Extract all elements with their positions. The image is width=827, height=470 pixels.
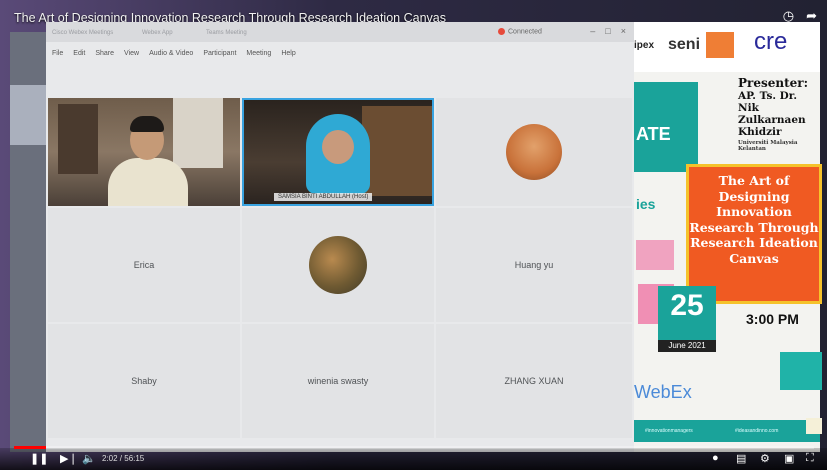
background-bookshelf <box>362 106 432 196</box>
ipex-logo: ipex <box>634 40 655 51</box>
participant-avatar <box>506 124 562 180</box>
volume-icon[interactable]: 🔈 <box>82 452 96 465</box>
autoplay-toggle-icon[interactable]: ● <box>712 452 719 464</box>
event-month: June 2021 <box>658 340 716 352</box>
participant-body <box>108 158 188 206</box>
participant-tile-huang-yu[interactable]: Huang yu <box>436 208 632 322</box>
participant-avatar <box>309 236 367 294</box>
participant-name-label: SAMSIA BINTI ABDULLAH (Host) <box>274 193 373 201</box>
participant-hair <box>130 116 164 132</box>
menu-edit[interactable]: Edit <box>73 50 85 57</box>
cre-logo: cre <box>754 28 788 55</box>
window-controls: – □ × <box>590 26 626 36</box>
event-day: 25 <box>670 289 704 322</box>
webex-window: Cisco Webex Meetings Webex App Teams Mee… <box>46 22 634 452</box>
close-icon[interactable]: × <box>621 26 626 36</box>
presenter-affiliation: Universiti Malaysia Kelantan <box>738 140 798 152</box>
participant-tile[interactable] <box>436 98 632 206</box>
background-highlight <box>10 85 46 145</box>
menu-bar: File Edit Share View Audio & Video Parti… <box>46 44 640 62</box>
minimize-icon[interactable]: – <box>590 26 595 36</box>
maximize-icon[interactable]: □ <box>605 26 610 36</box>
menu-help[interactable]: Help <box>281 50 295 57</box>
tab-teams[interactable]: Teams Meeting <box>206 26 247 40</box>
participant-tile-winenia[interactable]: winenia swasty <box>242 324 434 438</box>
participant-name: Erica <box>133 260 155 270</box>
menu-meeting[interactable]: Meeting <box>246 50 271 57</box>
participant-name: Huang yu <box>514 260 554 270</box>
tab-webex-meetings[interactable]: Cisco Webex Meetings <box>52 26 113 40</box>
pause-icon[interactable]: ❚❚ <box>30 452 48 465</box>
menu-audio-video[interactable]: Audio & Video <box>149 50 193 57</box>
menu-share[interactable]: Share <box>95 50 114 57</box>
next-icon[interactable]: ▶❘ <box>60 452 78 465</box>
active-speaker-tile[interactable]: SAMSIA BINTI ABDULLAH (Host) <box>242 98 434 206</box>
participant-name: Shaby <box>131 376 157 386</box>
menu-view[interactable]: View <box>124 50 139 57</box>
participant-name: winenia swasty <box>307 376 369 386</box>
participant-tile-shaby[interactable]: Shaby <box>48 324 240 438</box>
time-readout: 2:02 / 56:15 <box>102 454 145 463</box>
participant-name: ZHANG XUAN <box>504 376 564 386</box>
participant-video-tile[interactable] <box>48 98 240 206</box>
progress-bar[interactable] <box>14 446 814 449</box>
orange-logo-block <box>706 32 734 58</box>
poster-partial-word: ATE <box>636 124 671 144</box>
webex-brand: WebEx <box>634 382 692 402</box>
participant-grid: SAMSIA BINTI ABDULLAH (Host) Erica Huang… <box>46 96 634 440</box>
footer-text-left: #innovationmanagers <box>645 428 693 434</box>
subtitles-icon[interactable]: ▤ <box>736 452 746 465</box>
participant-tile[interactable] <box>242 208 434 322</box>
date-box: 25 <box>658 286 716 340</box>
footer-text-right: #ideasandinno.com <box>735 428 779 434</box>
presenter-info: Presenter: AP. Ts. Dr. Nik Zulkarnaen Kh… <box>738 76 818 152</box>
participant-tile-erica[interactable]: Erica <box>48 208 240 322</box>
progress-fill <box>14 446 46 449</box>
participant-tile-zhang-xuan[interactable]: ZHANG XUAN <box>436 324 632 438</box>
teal-block-small <box>780 352 822 390</box>
settings-icon[interactable]: ⚙ <box>760 452 770 465</box>
tab-webex-app[interactable]: Webex App <box>142 26 173 40</box>
miniplayer-icon[interactable]: ▣ <box>784 452 794 465</box>
talk-title-box: The Art of Designing Innovation Research… <box>686 164 822 304</box>
background-shelf <box>58 104 98 174</box>
browser-tabstrip: Cisco Webex Meetings Webex App Teams Mee… <box>46 22 634 42</box>
menu-participant[interactable]: Participant <box>203 50 236 57</box>
seni-logo: seni <box>668 36 701 53</box>
background-window <box>173 98 223 168</box>
connection-status[interactable]: Connected <box>498 28 542 35</box>
connection-icon <box>498 28 505 35</box>
talk-title: The Art of Designing Innovation Research… <box>689 173 819 266</box>
pink-note <box>636 240 674 270</box>
footer-thumbnail <box>806 418 822 434</box>
event-time: 3:00 PM <box>746 311 799 327</box>
presenter-label: Presenter: <box>738 76 809 90</box>
presenter-name: AP. Ts. Dr. Nik Zulkarnaen Khidzir <box>738 90 806 138</box>
participant-face <box>322 130 354 164</box>
menu-file[interactable]: File <box>52 50 63 57</box>
poster-partial-word-2: ies <box>636 196 656 212</box>
fullscreen-icon[interactable]: ⛶ <box>806 452 814 465</box>
